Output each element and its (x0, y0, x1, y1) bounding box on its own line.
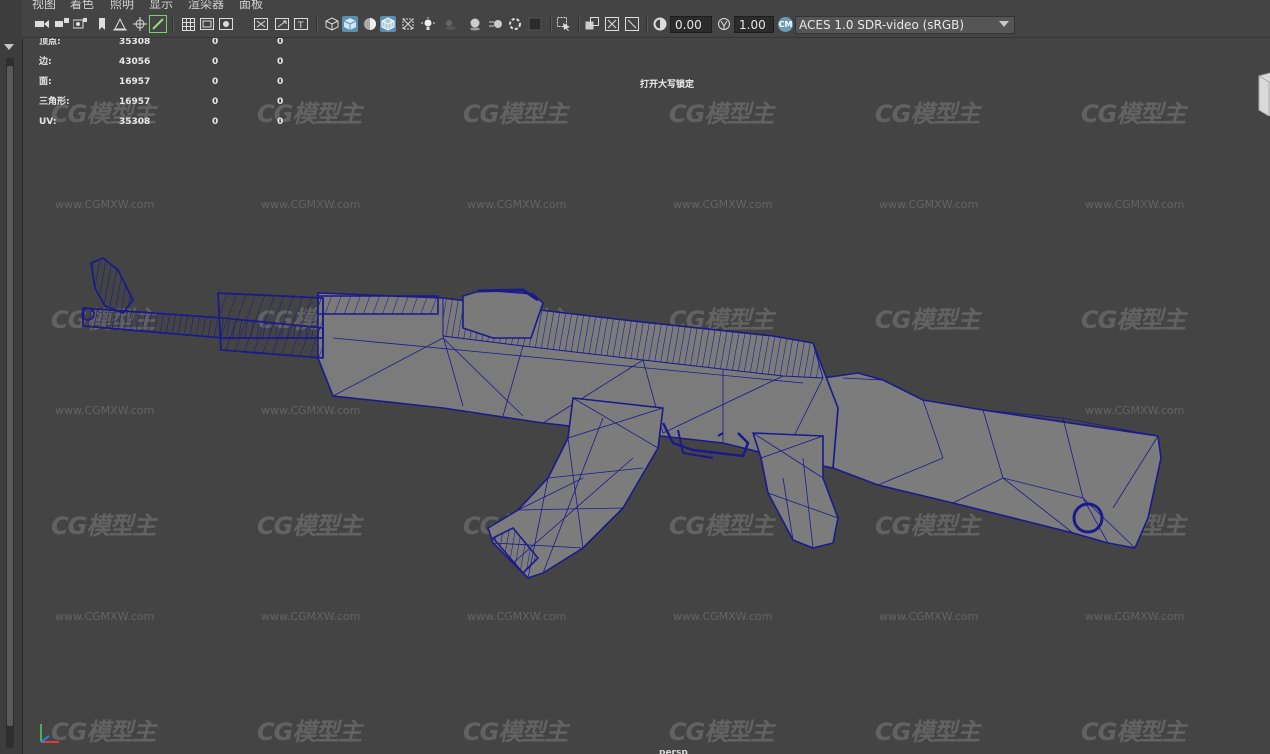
field-chart-icon[interactable] (274, 16, 290, 32)
perspective-viewport[interactable]: CG模型主 CG模型主 CG模型主 CG模型主 CG模型主 CG模型主 CG模型主 CG模型主… (23, 38, 1270, 754)
front-sight (90, 257, 134, 314)
rifle-stock (822, 372, 1162, 549)
toolbar-separator (316, 17, 318, 33)
menu-view[interactable]: 视图 (32, 0, 56, 11)
hud-label: 顶点: (39, 38, 61, 47)
image-plane-icon[interactable] (94, 16, 110, 32)
hud-total: 43056 (119, 57, 151, 67)
toolbar-separator (578, 17, 580, 33)
smooth-shade-icon[interactable] (342, 16, 358, 32)
view-transform-dropdown[interactable]: ACES 1.0 SDR-video (sRGB) (795, 16, 1015, 34)
camera-attributes-icon[interactable] (54, 16, 70, 32)
hud-component: 0 (277, 117, 284, 127)
panel-toolbar: T 0.00 1.00 CM ACES 1.0 SDR-video (sRGB) (22, 13, 1270, 38)
backface-culling-icon[interactable] (604, 16, 620, 32)
grease-pencil-icon[interactable] (132, 16, 148, 32)
grid-icon[interactable] (180, 16, 196, 32)
wireframe-on-shaded-icon[interactable] (380, 16, 396, 32)
film-gate-icon[interactable] (199, 16, 215, 32)
scrollbar-thumb[interactable] (7, 66, 13, 726)
hud-component: 0 (277, 77, 284, 87)
gate-mask-icon[interactable] (253, 16, 269, 32)
shadows-icon[interactable] (442, 16, 458, 32)
hud-total: 16957 (119, 77, 151, 87)
hud-selected: 0 (212, 77, 219, 87)
hud-total: 35308 (119, 38, 151, 47)
camera-icon[interactable] (34, 16, 50, 32)
hud-selected: 0 (212, 117, 219, 127)
camera-name-label: persp (659, 748, 688, 754)
xray-joints-icon[interactable] (584, 16, 600, 32)
toolbar-separator (646, 17, 648, 33)
toolbar-separator (550, 17, 552, 33)
safe-title-icon[interactable]: T (293, 16, 309, 32)
left-panel-strip (0, 0, 23, 754)
rifle-wireframe-model[interactable] (23, 38, 1270, 754)
pencil-icon[interactable] (149, 15, 167, 33)
collapse-arrow-icon[interactable] (4, 44, 14, 50)
isolate-select-icon[interactable] (527, 16, 543, 32)
hud-selected: 0 (212, 57, 219, 67)
menu-panels[interactable]: 面板 (239, 0, 263, 11)
svg-text:T: T (297, 21, 304, 30)
hud-selected: 0 (212, 97, 219, 107)
hud-label: 三角形: (39, 97, 70, 107)
hud-component: 0 (277, 57, 284, 67)
default-material-icon[interactable] (362, 16, 378, 32)
2d-pan-zoom-icon[interactable] (112, 16, 128, 32)
exposure-field[interactable]: 0.00 (670, 16, 712, 33)
anti-aliasing-icon[interactable] (507, 16, 523, 32)
view-cube[interactable]: 前 (1251, 68, 1270, 116)
axis-gizmo-icon (40, 724, 59, 743)
menu-show[interactable]: 显示 (149, 0, 173, 11)
wireframe-icon[interactable] (324, 16, 340, 32)
hud-component: 0 (277, 97, 284, 107)
color-management-icon[interactable]: CM (778, 17, 793, 32)
chevron-down-icon[interactable] (999, 21, 1009, 27)
ambient-occlusion-icon[interactable] (467, 16, 483, 32)
xray-icon[interactable] (400, 16, 416, 32)
resolution-gate-icon[interactable] (218, 16, 234, 32)
toolbar-separator (172, 17, 174, 33)
hud-label: 边: (39, 57, 52, 67)
hud-component: 0 (277, 38, 284, 47)
hud-total: 35308 (119, 117, 151, 127)
hud-total: 16957 (119, 97, 151, 107)
gamma-icon[interactable] (716, 16, 732, 32)
hud-selected: 0 (212, 38, 219, 47)
gamma-field[interactable]: 1.00 (734, 16, 774, 33)
lights-icon[interactable] (420, 16, 436, 32)
menu-shading[interactable]: 着色 (70, 0, 94, 11)
menu-lighting[interactable]: 照明 (110, 0, 134, 11)
motion-blur-icon[interactable] (488, 16, 504, 32)
panel-menu-bar: 视图 着色 照明 显示 渲染器 面板 (22, 0, 1270, 13)
display-mode-icon[interactable] (624, 16, 640, 32)
hud-label: 面: (39, 77, 52, 87)
bookmark-icon[interactable] (72, 16, 88, 32)
menu-renderer[interactable]: 渲染器 (188, 0, 224, 11)
hud-label: UV: (39, 117, 57, 127)
exposure-icon[interactable] (652, 16, 668, 32)
caps-lock-warning: 打开大写锁定 (640, 80, 695, 90)
select-camera-icon[interactable] (556, 16, 572, 32)
